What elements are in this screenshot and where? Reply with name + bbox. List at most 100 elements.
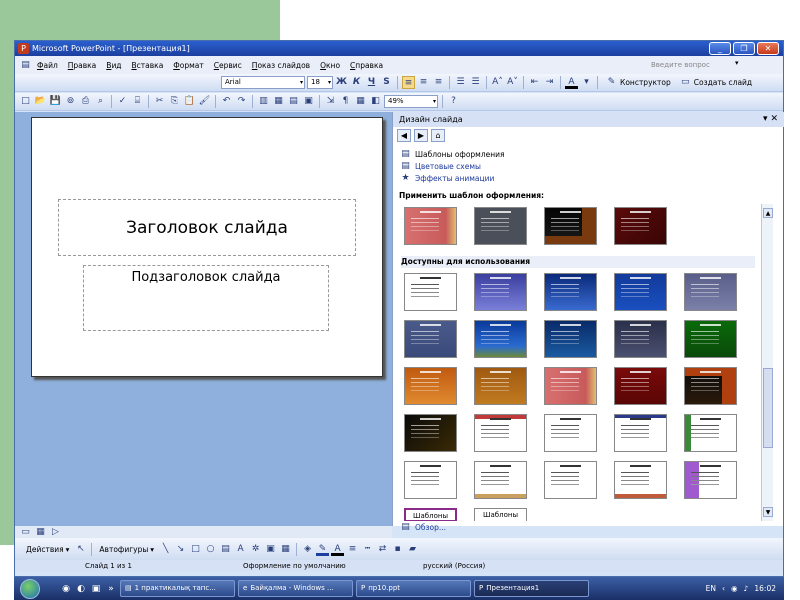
menu-insert[interactable]: Вставка xyxy=(127,61,169,70)
template-thumb[interactable] xyxy=(614,461,667,499)
spelling-icon[interactable]: ✓ xyxy=(116,95,129,108)
template-caption[interactable]: Шаблоны xyxy=(404,508,457,521)
subtitle-placeholder[interactable]: Подзаголовок слайда xyxy=(83,265,329,331)
menu-edit[interactable]: Правка xyxy=(63,61,102,70)
scroll-up-icon[interactable]: ▲ xyxy=(763,208,773,218)
template-thumb[interactable] xyxy=(684,320,737,358)
research-icon[interactable]: ⌸ xyxy=(131,95,144,108)
chevron-down-icon[interactable]: ▾ xyxy=(763,114,768,124)
undo-icon[interactable]: ↶ xyxy=(220,95,233,108)
clipart-icon[interactable]: ▣ xyxy=(264,543,277,556)
line-style-icon[interactable]: ≡ xyxy=(346,543,359,556)
rectangle-icon[interactable]: □ xyxy=(189,543,202,556)
template-thumb[interactable] xyxy=(544,320,597,358)
insert-chart-icon[interactable]: ▥ xyxy=(257,95,270,108)
design-templates-link[interactable]: ▤ Шаблоны оформления xyxy=(399,148,504,160)
template-caption[interactable]: Шаблоны xyxy=(474,508,527,521)
decrease-indent-icon[interactable]: ⇤ xyxy=(528,76,541,89)
help-icon[interactable]: ? xyxy=(447,95,460,108)
shadow-button[interactable]: S xyxy=(380,76,393,89)
title-bar[interactable]: P Microsoft PowerPoint - [Презентация1] … xyxy=(15,41,783,56)
underline-button[interactable]: Ч xyxy=(365,76,378,89)
template-thumb[interactable] xyxy=(684,414,737,452)
autoshapes-menu[interactable]: Автофигуры ▾ xyxy=(96,545,157,554)
chevron-down-icon[interactable]: ▾ xyxy=(580,76,593,89)
fill-color-icon[interactable]: ◈ xyxy=(301,543,314,556)
save-icon[interactable]: 💾 xyxy=(49,95,62,108)
textbox-icon[interactable]: ▤ xyxy=(219,543,232,556)
chevron-left-icon[interactable]: ‹ xyxy=(722,584,725,593)
forward-icon[interactable]: ▶ xyxy=(414,129,428,142)
line-icon[interactable]: ╲ xyxy=(159,543,172,556)
menu-view[interactable]: Вид xyxy=(101,61,126,70)
font-color-icon[interactable]: A xyxy=(565,76,578,89)
template-thumb[interactable] xyxy=(684,273,737,311)
arrow-icon[interactable]: ↘ xyxy=(174,543,187,556)
template-thumb[interactable] xyxy=(404,461,457,499)
insert-picture-icon[interactable]: ▣ xyxy=(302,95,315,108)
tables-borders-icon[interactable]: ▤ xyxy=(287,95,300,108)
menu-file[interactable]: Файл xyxy=(32,61,63,70)
menu-tools[interactable]: Сервис xyxy=(209,61,247,70)
format-painter-icon[interactable]: 🖌 xyxy=(198,95,211,108)
template-thumb[interactable] xyxy=(404,320,457,358)
template-thumb[interactable] xyxy=(474,461,527,499)
template-thumb[interactable] xyxy=(684,461,737,499)
zoom-combo[interactable]: 49% ▾ xyxy=(384,95,438,108)
browser-icon[interactable]: ◉ xyxy=(60,583,72,595)
3d-style-icon[interactable]: ▰ xyxy=(406,543,419,556)
template-thumb[interactable] xyxy=(544,207,597,245)
back-icon[interactable]: ◀ xyxy=(397,129,411,142)
show-formatting-icon[interactable]: ¶ xyxy=(339,95,352,108)
template-thumb[interactable] xyxy=(684,367,737,405)
folder-icon[interactable]: ▣ xyxy=(90,583,102,595)
grid-icon[interactable]: ▦ xyxy=(354,95,367,108)
dash-style-icon[interactable]: ┅ xyxy=(361,543,374,556)
picture-icon[interactable]: ▦ xyxy=(279,543,292,556)
redo-icon[interactable]: ↷ xyxy=(235,95,248,108)
gallery-scrollbar[interactable]: ▲ ▼ xyxy=(761,204,773,521)
ask-question-input[interactable]: Введите вопрос xyxy=(651,59,733,71)
align-right-icon[interactable]: ≡ xyxy=(432,76,445,89)
template-thumb[interactable] xyxy=(544,367,597,405)
more-icon[interactable]: » xyxy=(105,583,117,595)
template-thumb[interactable] xyxy=(474,273,527,311)
decrease-font-icon[interactable]: A˅ xyxy=(506,76,519,89)
template-thumb[interactable] xyxy=(544,414,597,452)
template-thumb[interactable] xyxy=(404,367,457,405)
insert-table-icon[interactable]: ▦ xyxy=(272,95,285,108)
template-thumb[interactable] xyxy=(404,273,457,311)
new-slide-button[interactable]: ▭ Создать слайд xyxy=(676,76,755,89)
taskbar-item[interactable]: e Байқалма - Windows ... xyxy=(238,580,353,597)
template-thumb[interactable] xyxy=(544,461,597,499)
animation-schemes-link[interactable]: ★ Эффекты анимации xyxy=(399,172,505,184)
minimize-icon[interactable]: _ xyxy=(709,42,731,55)
increase-font-icon[interactable]: A˄ xyxy=(491,76,504,89)
template-thumb[interactable] xyxy=(544,273,597,311)
template-thumb[interactable] xyxy=(614,367,667,405)
open-icon[interactable]: 📂 xyxy=(34,95,47,108)
menu-format[interactable]: Формат xyxy=(168,61,208,70)
copy-icon[interactable]: ⎘ xyxy=(168,95,181,108)
slide-canvas[interactable]: Заголовок слайда Подзаголовок слайда xyxy=(31,117,383,377)
menu-window[interactable]: Окно xyxy=(315,61,345,70)
paste-icon[interactable]: 📋 xyxy=(183,95,196,108)
restore-icon[interactable]: ❐ xyxy=(733,42,755,55)
oval-icon[interactable]: ○ xyxy=(204,543,217,556)
align-left-icon[interactable]: ≡ xyxy=(402,76,415,89)
select-objects-icon[interactable]: ↖ xyxy=(74,543,87,556)
title-placeholder[interactable]: Заголовок слайда xyxy=(58,199,356,256)
taskbar-item[interactable]: P Презентация1 xyxy=(474,580,589,597)
bullets-icon[interactable]: ☰ xyxy=(469,76,482,89)
template-thumb[interactable] xyxy=(614,414,667,452)
bold-button[interactable]: Ж xyxy=(335,76,348,89)
antivirus-icon[interactable]: ◉ xyxy=(731,584,738,593)
increase-indent-icon[interactable]: ⇥ xyxy=(543,76,556,89)
designer-button[interactable]: ✎ Конструктор xyxy=(602,76,674,89)
menu-help[interactable]: Справка xyxy=(345,61,388,70)
language-indicator[interactable]: EN xyxy=(706,584,716,593)
clock[interactable]: 16:02 xyxy=(754,584,776,593)
template-thumb[interactable] xyxy=(614,320,667,358)
taskbar-item[interactable]: ▤ 1 практикалық тапс... xyxy=(120,580,235,597)
normal-view-icon[interactable]: ▭ xyxy=(19,526,32,539)
